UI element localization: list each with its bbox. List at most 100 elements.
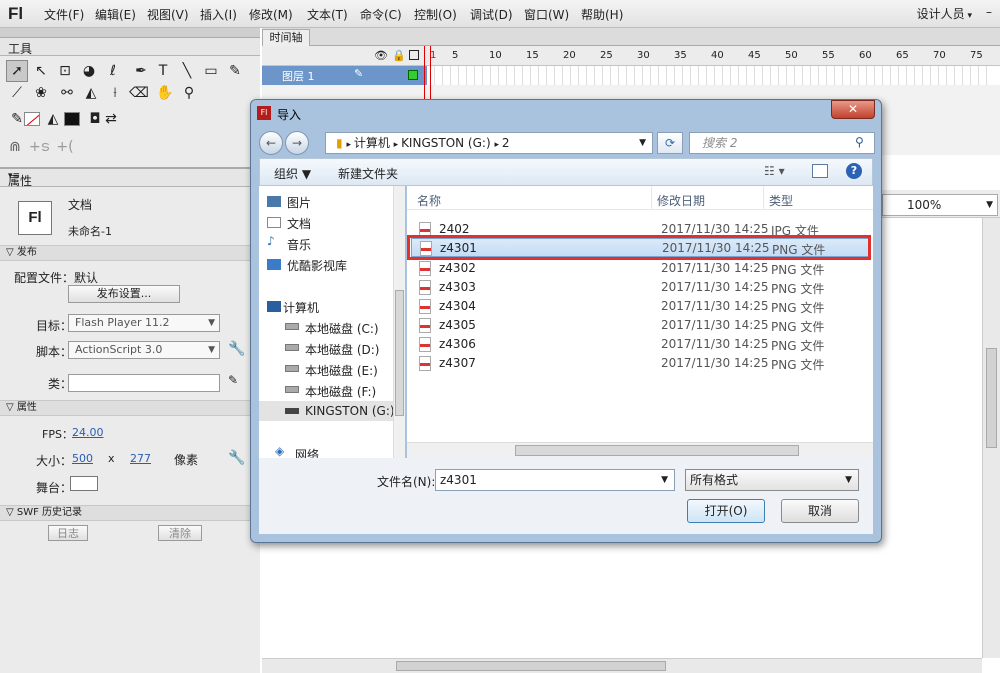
nav-documents[interactable]: 文档 bbox=[287, 215, 311, 232]
menu-debug[interactable]: 调试(D) bbox=[470, 6, 513, 23]
paint-bucket-tool-icon[interactable]: ◭ bbox=[80, 82, 102, 104]
breadcrumb[interactable]: ▮ ▸ 计算机 ▸ KINGSTON (G:) ▸ 2 ▼ bbox=[325, 132, 653, 154]
file-list-hscroll[interactable] bbox=[407, 442, 873, 458]
stage-color-swatch[interactable] bbox=[70, 476, 98, 491]
lock-icon[interactable]: 🔒 bbox=[392, 49, 406, 62]
pencil-tool-icon[interactable]: ✎ bbox=[224, 60, 246, 82]
publish-settings-button[interactable]: 发布设置... bbox=[68, 285, 180, 303]
menu-edit[interactable]: 编辑(E) bbox=[95, 6, 136, 23]
nav-computer[interactable]: 计算机 bbox=[283, 299, 319, 316]
eyedropper-tool-icon[interactable]: ⟊ bbox=[104, 82, 126, 104]
file-row[interactable]: z4304 2017/11/30 14:25 PNG 文件 bbox=[411, 297, 871, 316]
horizontal-scrollbar[interactable] bbox=[262, 658, 982, 673]
tab-timeline[interactable]: 时间轴 bbox=[262, 29, 310, 46]
nav-youku[interactable]: 优酷影视库 bbox=[287, 257, 347, 274]
properties-section-header[interactable]: ▽ 属性 bbox=[0, 400, 260, 416]
vertical-scrollbar[interactable] bbox=[982, 218, 1000, 658]
subselection-tool-icon[interactable]: ↖ bbox=[30, 60, 52, 82]
hand-tool-icon[interactable]: ✋ bbox=[154, 82, 176, 104]
search-icon[interactable]: ⚲ bbox=[855, 135, 864, 149]
minimize-button[interactable]: – bbox=[986, 5, 992, 19]
refresh-icon[interactable]: ⟳ bbox=[657, 132, 683, 154]
swap-colors-icon[interactable]: ⇄ bbox=[100, 108, 122, 130]
fps-value[interactable]: 24.00 bbox=[72, 426, 104, 439]
nav-drive-f[interactable]: 本地磁盘 (F:) bbox=[305, 383, 376, 400]
menu-text[interactable]: 文本(T) bbox=[307, 6, 348, 23]
eye-icon[interactable]: 👁 bbox=[374, 49, 388, 62]
breadcrumb-computer[interactable]: 计算机 bbox=[354, 136, 390, 150]
fill-color-swatch[interactable] bbox=[64, 112, 80, 126]
smooth-icon[interactable]: +ട bbox=[28, 136, 50, 158]
file-row[interactable]: z4302 2017/11/30 14:25 PNG 文件 bbox=[411, 259, 871, 278]
menu-help[interactable]: 帮助(H) bbox=[581, 6, 623, 23]
nav-drive-d[interactable]: 本地磁盘 (D:) bbox=[305, 341, 379, 358]
3d-rotation-tool-icon[interactable]: ◕ bbox=[78, 60, 100, 82]
class-input[interactable] bbox=[68, 374, 220, 392]
snap-magnet-icon[interactable]: ⋒ bbox=[4, 136, 26, 158]
chevron-down-icon[interactable]: ▼ bbox=[661, 470, 668, 490]
file-row[interactable]: z4307 2017/11/30 14:25 PNG 文件 bbox=[411, 354, 871, 373]
layer-outline-swatch[interactable] bbox=[408, 70, 418, 80]
workspace-switcher[interactable]: 设计人员 bbox=[917, 5, 972, 22]
nav-drive-e[interactable]: 本地磁盘 (E:) bbox=[305, 362, 378, 379]
log-button[interactable]: 日志 bbox=[48, 525, 88, 541]
file-row[interactable]: z4303 2017/11/30 14:25 PNG 文件 bbox=[411, 278, 871, 297]
rectangle-tool-icon[interactable]: ▭ bbox=[200, 60, 222, 82]
size-wrench-icon[interactable]: 🔧 bbox=[228, 450, 245, 466]
deco-tool-icon[interactable]: ❀ bbox=[30, 82, 52, 104]
height-value[interactable]: 277 bbox=[130, 452, 151, 465]
file-type-filter[interactable]: 所有格式 ▼ bbox=[685, 469, 859, 491]
edit-class-pencil-icon[interactable]: ✎ bbox=[228, 373, 238, 387]
layer-row[interactable]: 图层 1 ✎ bbox=[262, 66, 427, 85]
scroll-thumb[interactable] bbox=[395, 290, 404, 416]
new-folder-button[interactable]: 新建文件夹 bbox=[338, 165, 398, 182]
nav-drive-c[interactable]: 本地磁盘 (C:) bbox=[305, 320, 379, 337]
preview-pane-icon[interactable] bbox=[812, 164, 828, 178]
stroke-color-swatch[interactable] bbox=[24, 112, 40, 126]
menu-commands[interactable]: 命令(C) bbox=[360, 6, 402, 23]
publish-section-header[interactable]: ▽ 发布 bbox=[0, 245, 260, 261]
menu-file[interactable]: 文件(F) bbox=[44, 6, 84, 23]
pen-tool-icon[interactable]: ✒ bbox=[130, 60, 152, 82]
close-button[interactable]: ✕ bbox=[831, 100, 875, 119]
script-settings-wrench-icon[interactable]: 🔧 bbox=[228, 341, 245, 357]
selection-tool-icon[interactable]: ➚ bbox=[6, 60, 28, 82]
menu-view[interactable]: 视图(V) bbox=[147, 6, 189, 23]
lasso-tool-icon[interactable]: ℓ bbox=[102, 60, 124, 82]
breadcrumb-drive[interactable]: KINGSTON (G:) bbox=[401, 136, 491, 150]
chevron-down-icon[interactable]: ▼ bbox=[639, 133, 646, 153]
organize-button[interactable]: 组织 ▼ bbox=[274, 165, 311, 182]
target-select[interactable]: Flash Player 11.2 ▼ bbox=[68, 314, 220, 332]
breadcrumb-folder[interactable]: 2 bbox=[502, 136, 510, 150]
text-tool-icon[interactable]: T bbox=[152, 60, 174, 82]
menu-insert[interactable]: 插入(I) bbox=[200, 6, 237, 23]
bone-tool-icon[interactable]: ⚯ bbox=[56, 82, 78, 104]
menu-control[interactable]: 控制(O) bbox=[414, 6, 457, 23]
back-icon[interactable]: ← bbox=[259, 131, 283, 155]
cancel-button[interactable]: 取消 bbox=[781, 499, 859, 523]
swf-history-section-header[interactable]: ▽ SWF 历史记录 bbox=[0, 505, 260, 521]
nav-drive-g[interactable]: KINGSTON (G:) bbox=[305, 404, 395, 418]
free-transform-tool-icon[interactable]: ⊡ bbox=[54, 60, 76, 82]
file-row[interactable]: z4305 2017/11/30 14:25 PNG 文件 bbox=[411, 316, 871, 335]
nav-pictures[interactable]: 图片 bbox=[287, 194, 311, 211]
panel-collapse-bar[interactable] bbox=[0, 28, 260, 38]
nav-music[interactable]: 音乐 bbox=[287, 236, 311, 253]
filename-input[interactable]: z4301 ▼ bbox=[435, 469, 675, 491]
eraser-tool-icon[interactable]: ⌫ bbox=[128, 82, 150, 104]
script-select[interactable]: ActionScript 3.0 ▼ bbox=[68, 341, 220, 359]
line-tool-icon[interactable]: ╲ bbox=[176, 60, 198, 82]
zoom-select[interactable]: 100% ▼ bbox=[882, 194, 998, 216]
scroll-thumb[interactable] bbox=[515, 445, 799, 456]
menu-modify[interactable]: 修改(M) bbox=[249, 6, 293, 23]
width-value[interactable]: 500 bbox=[72, 452, 93, 465]
search-input[interactable]: 搜索 2 bbox=[689, 132, 875, 154]
outline-icon[interactable] bbox=[409, 50, 419, 60]
panel-menu-icon[interactable]: ▾≡ bbox=[8, 171, 254, 181]
zoom-tool-icon[interactable]: ⚲ bbox=[178, 82, 200, 104]
scroll-thumb[interactable] bbox=[396, 661, 666, 671]
help-icon[interactable]: ? bbox=[846, 163, 862, 179]
menu-window[interactable]: 窗口(W) bbox=[524, 6, 569, 23]
column-type[interactable]: 类型 bbox=[769, 192, 793, 209]
column-name[interactable]: 名称 bbox=[417, 192, 441, 209]
